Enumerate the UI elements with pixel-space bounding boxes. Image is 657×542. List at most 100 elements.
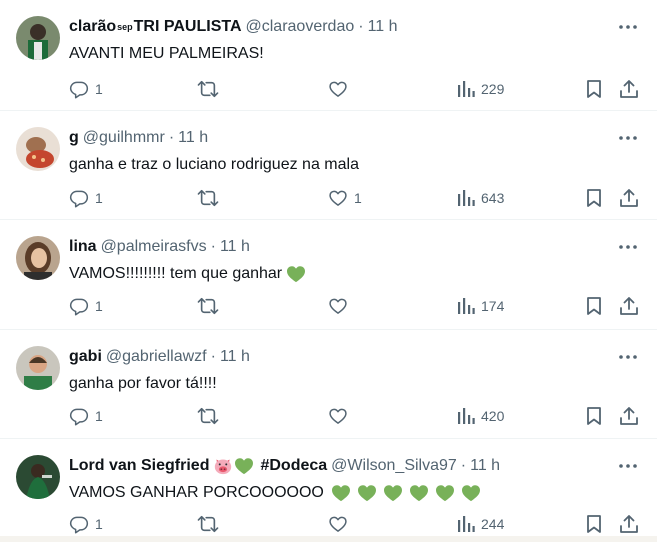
green-heart-emoji bbox=[461, 484, 481, 502]
reply-count: 1 bbox=[95, 516, 103, 532]
user-handle[interactable]: @palmeirasfvs bbox=[101, 236, 207, 258]
avatar[interactable] bbox=[16, 236, 60, 280]
bookmark-button[interactable] bbox=[585, 295, 603, 317]
tweet-header: clarão sep TRI PAULISTA @claraoverdao · … bbox=[69, 16, 597, 38]
bookmark-icon bbox=[585, 514, 603, 534]
share-button[interactable] bbox=[619, 295, 639, 317]
display-name[interactable]: Lord van Siegfried bbox=[69, 455, 209, 477]
more-icon[interactable] bbox=[617, 237, 639, 257]
retweet-icon bbox=[197, 514, 219, 534]
reply-button[interactable]: 1 bbox=[69, 405, 103, 427]
retweet-button[interactable] bbox=[197, 295, 225, 317]
separator-dot: · bbox=[460, 457, 467, 474]
tweet[interactable]: gabi @gabriellawzf · 11 h ganha por favo… bbox=[0, 330, 657, 439]
user-handle[interactable]: @Wilson_Silva97 bbox=[331, 455, 457, 477]
display-name-hashtag[interactable]: #Dodeca bbox=[260, 455, 327, 477]
user-handle[interactable]: @claraoverdao bbox=[246, 16, 355, 38]
views-button[interactable]: 420 bbox=[457, 405, 504, 427]
reply-count: 1 bbox=[95, 408, 103, 424]
separator-dot: · bbox=[168, 129, 175, 146]
user-handle[interactable]: @guilhmmr bbox=[83, 127, 165, 149]
tweet[interactable]: clarão sep TRI PAULISTA @claraoverdao · … bbox=[0, 0, 657, 111]
more-icon[interactable] bbox=[617, 347, 639, 367]
retweet-button[interactable] bbox=[197, 513, 225, 535]
views-icon bbox=[457, 188, 475, 208]
like-icon bbox=[328, 188, 348, 208]
user-handle[interactable]: @gabriellawzf bbox=[106, 346, 207, 368]
like-icon bbox=[328, 514, 348, 534]
more-icon[interactable] bbox=[617, 17, 639, 37]
views-button[interactable]: 174 bbox=[457, 295, 504, 317]
separator-dot: · bbox=[358, 18, 364, 35]
share-button[interactable] bbox=[619, 513, 639, 535]
pig-face-emoji bbox=[213, 457, 233, 475]
reply-button[interactable]: 1 bbox=[69, 513, 103, 535]
bookmark-button[interactable] bbox=[585, 187, 603, 209]
tweet-text-content: AVANTI MEU PALMEIRAS! bbox=[69, 45, 264, 62]
avatar[interactable] bbox=[16, 127, 60, 171]
green-heart-emoji bbox=[409, 484, 429, 502]
more-icon[interactable] bbox=[617, 128, 639, 148]
tweet-text: VAMOS!!!!!!!!! tem que ganhar bbox=[69, 263, 306, 285]
tweet[interactable]: lina @palmeirasfvs · 11 h VAMOS!!!!!!!!!… bbox=[0, 220, 657, 330]
tweet-text-content: VAMOS GANHAR PORCOOOOOO bbox=[69, 484, 324, 501]
timestamp[interactable]: 11 h bbox=[220, 236, 250, 258]
reply-button[interactable]: 1 bbox=[69, 295, 103, 317]
views-count: 420 bbox=[481, 408, 505, 424]
avatar[interactable] bbox=[16, 455, 60, 499]
like-button[interactable] bbox=[328, 513, 354, 535]
views-button[interactable]: 643 bbox=[457, 187, 504, 209]
green-heart-emoji bbox=[435, 484, 455, 502]
display-name[interactable]: clarão bbox=[69, 16, 116, 38]
action-bar: 1 229 bbox=[69, 78, 639, 100]
like-button[interactable] bbox=[328, 405, 354, 427]
tweet-header: Lord van Siegfried #Dodeca @Wilson_Silva… bbox=[69, 455, 597, 477]
green-heart-emoji bbox=[357, 484, 377, 502]
tweet[interactable]: Lord van Siegfried #Dodeca @Wilson_Silva… bbox=[0, 439, 657, 542]
timestamp[interactable]: 11 h bbox=[178, 127, 208, 149]
tweet-text: ganha e traz o luciano rodriguez na mala bbox=[69, 154, 359, 176]
views-button[interactable]: 229 bbox=[457, 78, 504, 100]
action-bar: 1 420 bbox=[69, 405, 639, 427]
timestamp[interactable]: 11 h bbox=[220, 346, 250, 368]
tweet-text: ganha por favor tá!!!! bbox=[69, 373, 217, 395]
avatar[interactable] bbox=[16, 346, 60, 390]
bookmark-icon bbox=[585, 188, 603, 208]
timestamp[interactable]: 11 h bbox=[470, 455, 500, 477]
reply-button[interactable]: 1 bbox=[69, 78, 103, 100]
views-count: 229 bbox=[481, 81, 505, 97]
timestamp[interactable]: 11 h bbox=[368, 16, 398, 38]
views-icon bbox=[457, 79, 475, 99]
reply-button[interactable]: 1 bbox=[69, 187, 103, 209]
like-button[interactable] bbox=[328, 78, 354, 100]
display-name[interactable]: gabi bbox=[69, 346, 102, 368]
retweet-button[interactable] bbox=[197, 187, 225, 209]
bookmark-button[interactable] bbox=[585, 78, 603, 100]
retweet-button[interactable] bbox=[197, 78, 225, 100]
tweet-text: AVANTI MEU PALMEIRAS! bbox=[69, 43, 264, 65]
retweet-icon bbox=[197, 406, 219, 426]
bookmark-button[interactable] bbox=[585, 513, 603, 535]
views-count: 643 bbox=[481, 190, 505, 206]
display-name-suffix[interactable]: TRI PAULISTA bbox=[134, 16, 242, 38]
display-name[interactable]: g bbox=[69, 127, 79, 149]
display-name[interactable]: lina bbox=[69, 236, 97, 258]
share-button[interactable] bbox=[619, 78, 639, 100]
more-icon[interactable] bbox=[617, 456, 639, 476]
like-icon bbox=[328, 79, 348, 99]
retweet-button[interactable] bbox=[197, 405, 225, 427]
tweet[interactable]: g @guilhmmr · 11 h ganha e traz o lucian… bbox=[0, 111, 657, 220]
views-count: 174 bbox=[481, 298, 505, 314]
share-button[interactable] bbox=[619, 405, 639, 427]
green-heart-emoji bbox=[286, 265, 306, 283]
share-button[interactable] bbox=[619, 187, 639, 209]
avatar[interactable] bbox=[16, 16, 60, 60]
reply-icon bbox=[69, 79, 89, 99]
like-button[interactable] bbox=[328, 295, 354, 317]
like-button[interactable]: 1 bbox=[328, 187, 362, 209]
bookmark-button[interactable] bbox=[585, 405, 603, 427]
views-button[interactable]: 244 bbox=[457, 513, 504, 535]
action-bar: 1 244 bbox=[69, 513, 639, 535]
action-bar: 1 174 bbox=[69, 295, 639, 317]
tweet-header: g @guilhmmr · 11 h bbox=[69, 127, 597, 149]
